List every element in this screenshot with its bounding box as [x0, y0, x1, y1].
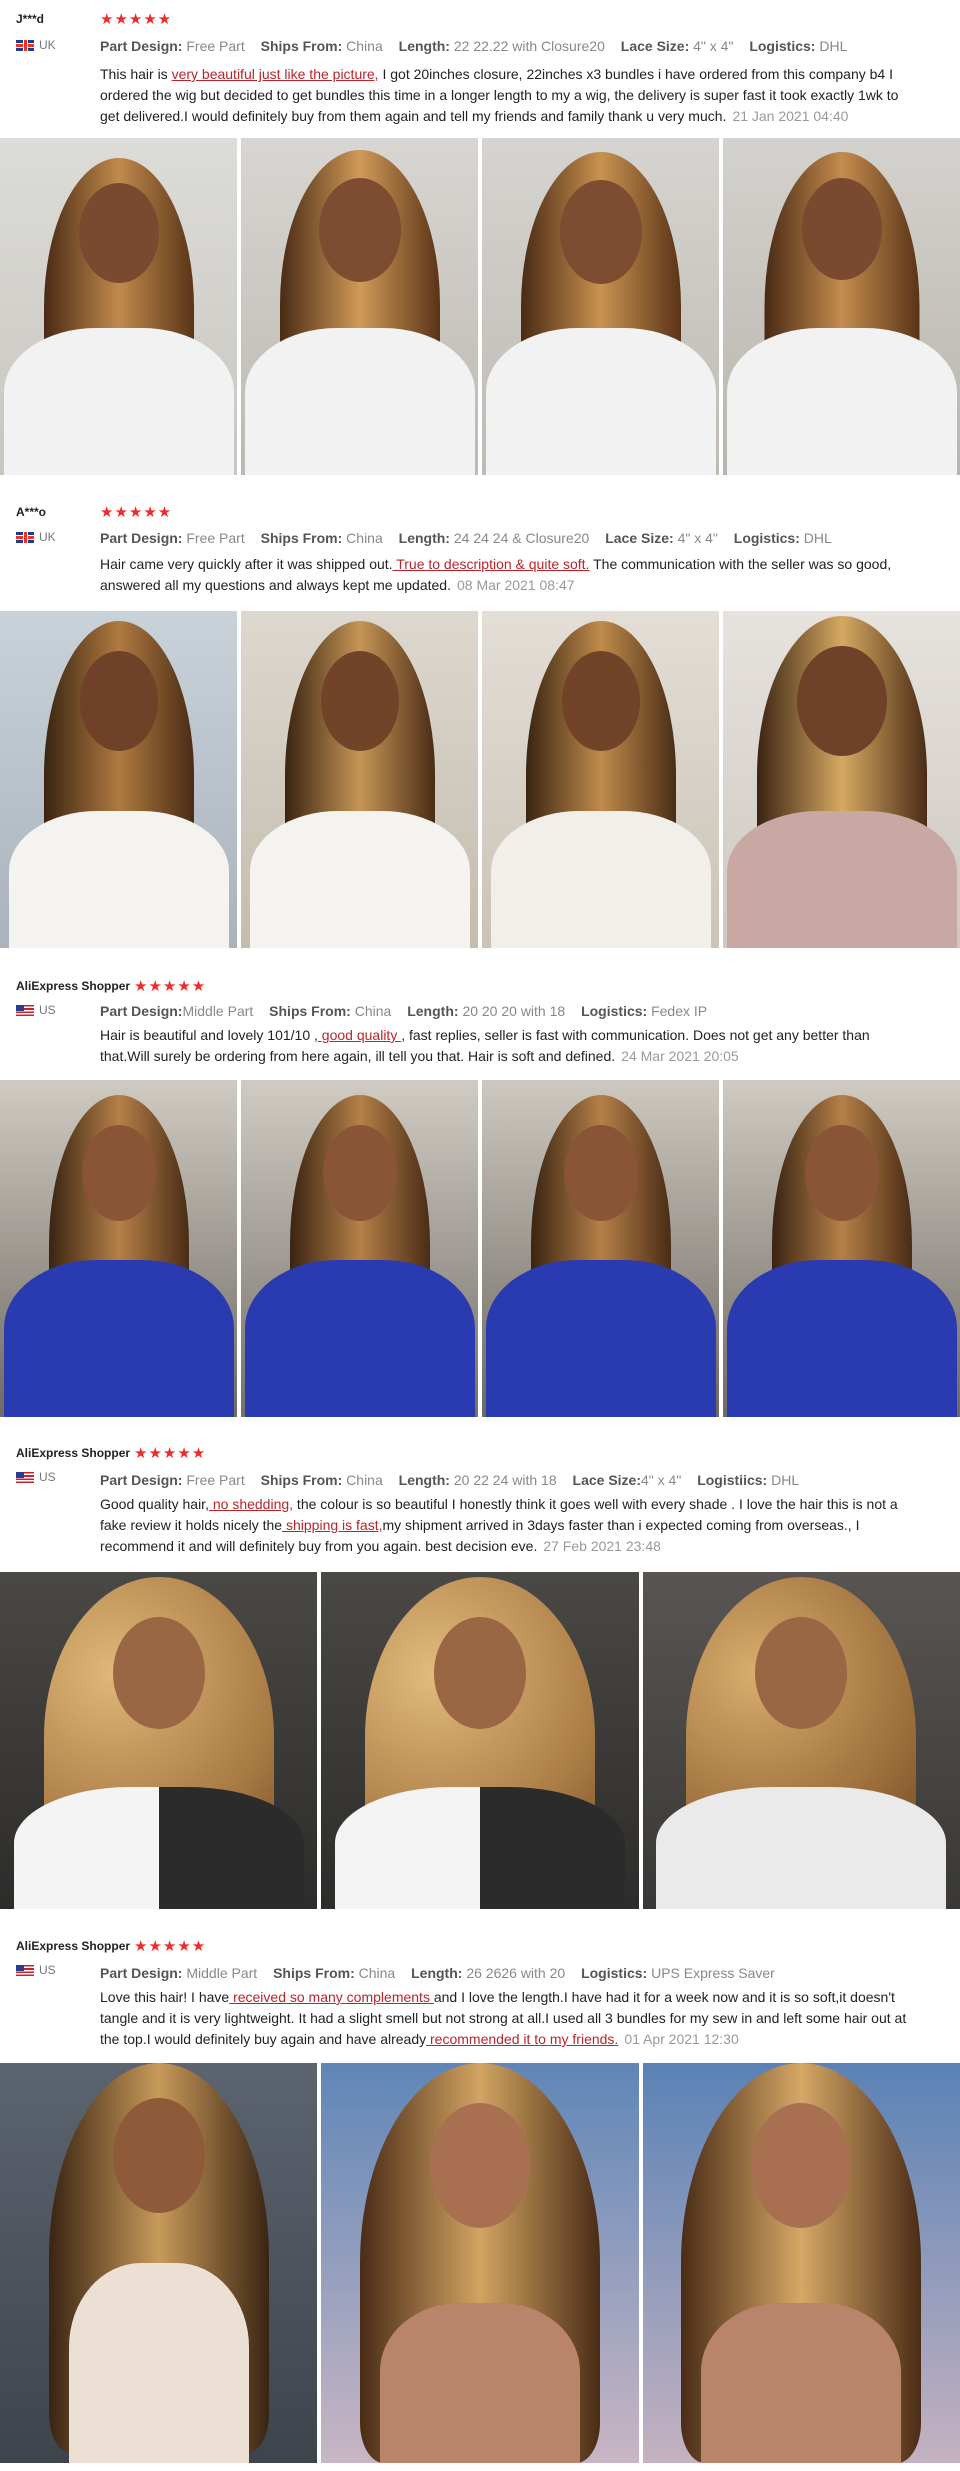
- review-text: Hair is beautiful and lovely 101/10 , go…: [100, 1027, 870, 1064]
- review-photo[interactable]: [241, 138, 478, 475]
- review-photo[interactable]: [482, 1080, 719, 1417]
- review-2: A***o UK ★★★★★ Part Design: Free Part Sh…: [0, 490, 960, 955]
- review-specs: Part Design: Free Part Ships From: China…: [100, 38, 848, 54]
- review-text: Good quality hair, no shedding, the colo…: [100, 1496, 898, 1554]
- reviewer-country: UK: [16, 530, 56, 544]
- country-label: US: [39, 1963, 56, 1977]
- us-flag-icon: [16, 1471, 34, 1483]
- review-text: This hair is very beautiful just like th…: [100, 66, 899, 124]
- highlight: good quality: [317, 1027, 402, 1043]
- uk-flag-icon: [16, 531, 34, 543]
- highlight: True to description & quite soft.: [392, 556, 590, 572]
- highlight: no shedding,: [208, 1496, 294, 1512]
- review-specs: Part Design: Middle Part Ships From: Chi…: [100, 1965, 775, 1981]
- review-photos: [0, 611, 960, 948]
- reviewer-name: AliExpress Shopper: [16, 979, 131, 993]
- review-photos: [0, 138, 960, 475]
- review-photo[interactable]: [482, 611, 719, 948]
- review-date: 21 Jan 2021 04:40: [732, 108, 849, 124]
- review-photo[interactable]: [0, 138, 237, 475]
- review-photo[interactable]: [0, 611, 237, 948]
- country-label: UK: [39, 530, 56, 544]
- review-photo[interactable]: [241, 611, 478, 948]
- review-1: J***d UK ★★★★★ Part Design: Free Part Sh…: [0, 0, 960, 480]
- highlight: shipping is fast,: [282, 1517, 383, 1533]
- rating-stars: ★★★★★: [134, 978, 207, 995]
- review-photos: [0, 2063, 960, 2463]
- review-specs: Part Design:Middle Part Ships From: Chin…: [100, 1003, 708, 1019]
- reviewer-name: AliExpress Shopper: [16, 1939, 131, 1953]
- review-photos: [0, 1572, 960, 1909]
- review-photo[interactable]: [321, 2063, 639, 2463]
- us-flag-icon: [16, 1004, 34, 1016]
- reviewer-name: AliExpress Shopper: [16, 1446, 131, 1460]
- uk-flag-icon: [16, 39, 34, 51]
- review-date: 24 Mar 2021 20:05: [621, 1048, 739, 1064]
- highlight: recommended it to my friends.: [426, 2031, 619, 2047]
- review-date: 08 Mar 2021 08:47: [456, 577, 575, 593]
- rating-stars: ★★★★★: [134, 1445, 207, 1462]
- review-text: Hair came very quickly after it was ship…: [100, 556, 892, 593]
- review-photo[interactable]: [0, 2063, 318, 2463]
- review-photo[interactable]: [723, 138, 960, 475]
- review-date: 01 Apr 2021 12:30: [624, 2031, 739, 2047]
- review-specs: Part Design: Free Part Ships From: China…: [100, 1472, 800, 1488]
- country-label: US: [39, 1003, 56, 1017]
- country-label: US: [39, 1470, 56, 1484]
- review-3: AliExpress Shopper ★★★★★ US Part Design:…: [0, 965, 960, 1425]
- reviewer-country: US: [16, 1470, 56, 1484]
- highlight: very beautiful just like the picture,: [171, 66, 379, 82]
- reviewer-name: A***o: [16, 505, 47, 519]
- review-5: AliExpress Shopper ★★★★★ US Part Design:…: [0, 1925, 960, 2471]
- review-date: 27 Feb 2021 23:48: [543, 1538, 661, 1554]
- review-photo[interactable]: [723, 1080, 960, 1417]
- reviewer-country: UK: [16, 38, 56, 52]
- review-photo[interactable]: [482, 138, 719, 475]
- review-photos: [0, 1080, 960, 1417]
- rating-stars: ★★★★★: [134, 1938, 207, 1955]
- country-label: UK: [39, 38, 56, 52]
- review-photo[interactable]: [642, 1572, 960, 1909]
- review-4: AliExpress Shopper ★★★★★ US Part Design:…: [0, 1432, 960, 1912]
- rating-stars: ★★★★★: [100, 11, 173, 28]
- reviewer-name: J***d: [16, 12, 45, 26]
- review-photo[interactable]: [0, 1080, 237, 1417]
- us-flag-icon: [16, 1964, 34, 1976]
- reviewer-country: US: [16, 1003, 56, 1017]
- review-photo[interactable]: [321, 1572, 639, 1909]
- review-photo[interactable]: [723, 611, 960, 948]
- review-photo[interactable]: [241, 1080, 478, 1417]
- highlight: received so many complements: [229, 1989, 434, 2005]
- reviews-page: J***d UK ★★★★★ Part Design: Free Part Sh…: [0, 0, 960, 2471]
- review-photo[interactable]: [642, 2063, 960, 2463]
- reviewer-country: US: [16, 1963, 56, 1977]
- review-text: Love this hair! I have received so many …: [100, 1989, 907, 2047]
- review-specs: Part Design: Free Part Ships From: China…: [100, 530, 832, 546]
- rating-stars: ★★★★★: [100, 504, 173, 521]
- review-photo[interactable]: [0, 1572, 318, 1909]
